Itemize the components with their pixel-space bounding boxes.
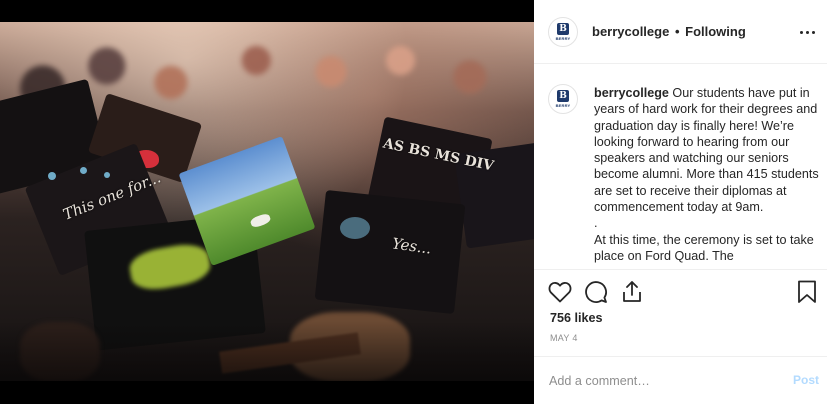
likes-count[interactable]: 756 likes bbox=[550, 311, 603, 325]
post-header: B BERRY berrycollege • Following bbox=[534, 0, 827, 64]
caption-username[interactable]: berrycollege bbox=[594, 86, 669, 100]
photo-shade bbox=[0, 321, 534, 381]
post-date[interactable]: MAY 4 bbox=[550, 333, 578, 343]
glitter bbox=[340, 217, 370, 239]
avatar[interactable]: B BERRY bbox=[548, 84, 578, 114]
post-sidebar: B BERRY berrycollege • Following B BERRY… bbox=[534, 0, 827, 404]
bookmark-icon[interactable] bbox=[793, 278, 821, 306]
logo-word: BERRY bbox=[555, 103, 571, 108]
caption-dot-line: . bbox=[594, 216, 598, 231]
post-actions: 756 likes MAY 4 bbox=[534, 270, 827, 356]
share-icon[interactable] bbox=[618, 278, 646, 306]
heart-icon[interactable] bbox=[546, 278, 574, 306]
glitter bbox=[104, 172, 110, 178]
post-photo[interactable]: This one for... AS BS MS DIV Yes... bbox=[0, 22, 534, 381]
avatar[interactable]: B BERRY bbox=[548, 17, 578, 47]
header-username-row: berrycollege • Following bbox=[592, 24, 746, 39]
username-link[interactable]: berrycollege bbox=[592, 24, 669, 39]
logo-word: BERRY bbox=[555, 36, 571, 41]
separator: • bbox=[674, 24, 680, 39]
logo-letter: B bbox=[557, 23, 569, 35]
logo-letter: B bbox=[557, 90, 569, 102]
comment-input[interactable] bbox=[549, 371, 779, 391]
more-options-icon[interactable] bbox=[795, 20, 819, 44]
glitter bbox=[48, 172, 56, 180]
caption-text-2: At this time, the ceremony is set to tak… bbox=[594, 232, 814, 263]
glitter bbox=[80, 167, 87, 174]
caption-area: B BERRY berrycollege Our students have p… bbox=[534, 64, 827, 270]
caption: berrycollege Our students have put in ye… bbox=[594, 85, 820, 264]
comment-bar: Post bbox=[534, 356, 827, 404]
caption-text: Our students have put in years of hard w… bbox=[594, 86, 819, 215]
comment-icon[interactable] bbox=[582, 278, 610, 306]
following-button[interactable]: Following bbox=[685, 24, 746, 39]
post-button[interactable]: Post bbox=[793, 373, 819, 387]
